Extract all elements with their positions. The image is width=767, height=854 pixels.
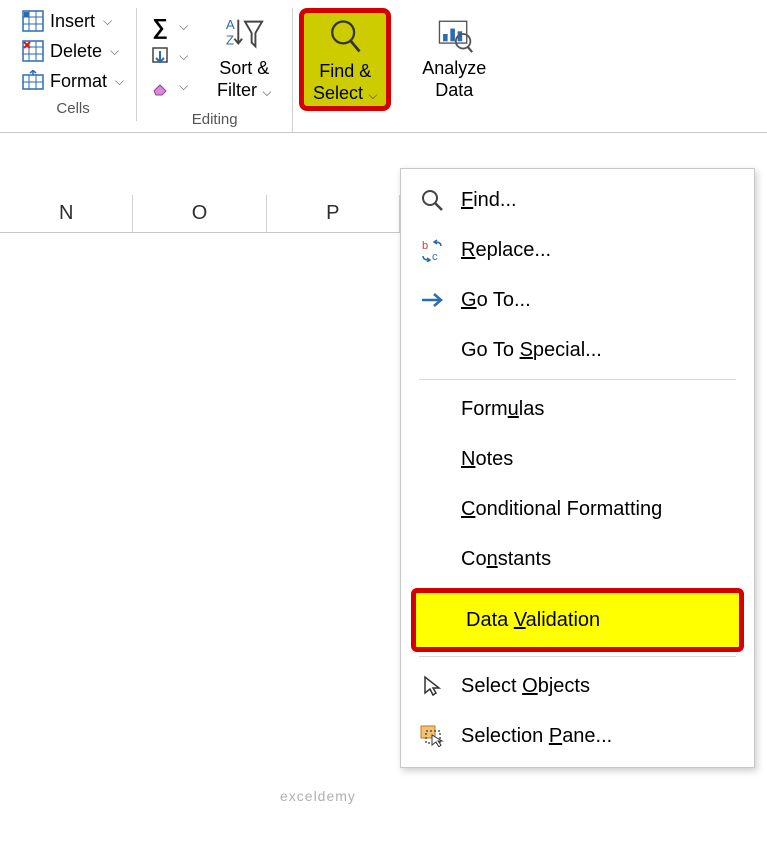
fill-down-icon (149, 46, 171, 68)
group-editing: ∑ ⌵ ⌵ ⌵ AZ (137, 8, 293, 132)
analyze-data-icon (434, 14, 474, 54)
cursor-icon (419, 673, 445, 699)
col-header-p[interactable]: P (267, 195, 400, 232)
menu-constants-label: Constants (461, 548, 551, 571)
menu-separator (419, 656, 736, 657)
magnifier-icon (325, 17, 365, 57)
analyze-label2: Data (435, 80, 473, 100)
fill-button[interactable]: ⌵ (145, 44, 192, 70)
autosum-button[interactable]: ∑ ⌵ (145, 14, 192, 40)
menu-goto-label: Go To... (461, 289, 531, 312)
findselect-label1: Find & (319, 61, 371, 81)
watermark: exceldemy (280, 788, 356, 804)
arrow-right-icon (419, 287, 445, 313)
findselect-label2: Select (313, 83, 363, 103)
clear-button[interactable]: ⌵ (145, 74, 192, 100)
sort-filter-icon: AZ (224, 14, 264, 54)
menu-select-objects[interactable]: Select Objects (401, 661, 754, 711)
sort-filter-button[interactable]: AZ Sort & Filter ⌵ (204, 8, 284, 105)
group-cells: Insert ⌵ Delete ⌵ Format ⌵ Cells (10, 8, 137, 121)
menu-selection-pane[interactable]: Selection Pane... (401, 711, 754, 761)
find-select-button[interactable]: Find & Select ⌵ (299, 8, 391, 111)
svg-text:A: A (226, 17, 235, 32)
ribbon: Insert ⌵ Delete ⌵ Format ⌵ Cells (0, 0, 767, 133)
column-headers: N O P (0, 195, 400, 233)
format-label: Format (50, 71, 107, 92)
chevron-down-icon: ⌵ (179, 19, 188, 34)
sortfilter-label2: Filter (217, 80, 257, 100)
svg-text:b: b (422, 240, 428, 252)
menu-find-label: Find... (461, 189, 517, 212)
menu-constants[interactable]: Constants (401, 534, 754, 584)
menu-gotospecial-label: Go To Special... (461, 339, 602, 362)
sigma-icon: ∑ (149, 16, 171, 38)
chevron-down-icon: ⌵ (103, 14, 112, 29)
analyze-data-button[interactable]: Analyze Data (409, 8, 499, 105)
search-icon (419, 187, 445, 213)
menu-find[interactable]: Find... (401, 175, 754, 225)
insert-label: Insert (50, 11, 95, 32)
menu-notes-label: Notes (461, 448, 513, 471)
menu-selectobjects-label: Select Objects (461, 675, 590, 698)
menu-data-validation-highlight: Data Validation (411, 588, 744, 652)
menu-condformat-label: Conditional Formatting (461, 498, 662, 521)
menu-goto[interactable]: Go To... (401, 275, 754, 325)
chevron-down-icon: ⌵ (110, 44, 119, 59)
menu-formulas[interactable]: Formulas (401, 384, 754, 434)
menu-datavalidation-label: Data Validation (466, 609, 600, 632)
eraser-icon (149, 76, 171, 98)
menu-replace[interactable]: bc Replace... (401, 225, 754, 275)
chevron-down-icon: ⌵ (179, 79, 188, 94)
find-select-menu: Find... bc Replace... Go To... Go To Spe… (400, 168, 755, 768)
insert-cells-icon (22, 10, 44, 32)
chevron-down-icon: ⌵ (365, 88, 377, 102)
analyze-label1: Analyze (422, 58, 486, 78)
format-cells-icon (22, 70, 44, 92)
delete-cells-icon (22, 40, 44, 62)
sortfilter-label1: Sort & (219, 58, 269, 78)
selection-pane-icon (419, 723, 445, 749)
replace-icon: bc (419, 237, 445, 263)
delete-button[interactable]: Delete ⌵ (18, 38, 128, 64)
menu-cond-format[interactable]: Conditional Formatting (401, 484, 754, 534)
svg-text:c: c (432, 251, 438, 262)
chevron-down-icon: ⌵ (259, 85, 271, 99)
menu-replace-label: Replace... (461, 239, 551, 262)
menu-notes[interactable]: Notes (401, 434, 754, 484)
group-label-cells: Cells (56, 94, 89, 121)
menu-selectionpane-label: Selection Pane... (461, 725, 612, 748)
delete-label: Delete (50, 41, 102, 62)
svg-text:Z: Z (226, 32, 234, 47)
menu-data-validation[interactable]: Data Validation (416, 593, 739, 647)
col-header-o[interactable]: O (133, 195, 266, 232)
chevron-down-icon: ⌵ (179, 49, 188, 64)
menu-goto-special[interactable]: Go To Special... (401, 325, 754, 375)
insert-button[interactable]: Insert ⌵ (18, 8, 128, 34)
menu-separator (419, 379, 736, 380)
col-header-n[interactable]: N (0, 195, 133, 232)
group-label-editing: Editing (192, 105, 238, 132)
format-button[interactable]: Format ⌵ (18, 68, 128, 94)
menu-formulas-label: Formulas (461, 398, 544, 421)
chevron-down-icon: ⌵ (115, 74, 124, 89)
